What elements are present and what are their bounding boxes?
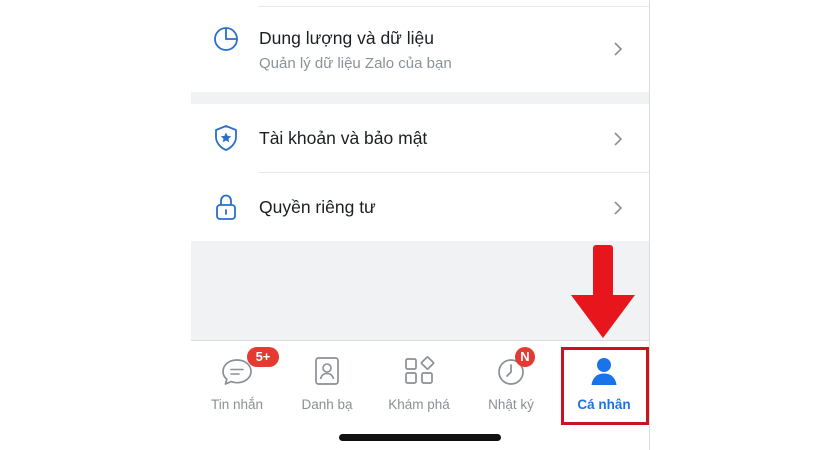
home-indicator (339, 434, 501, 441)
settings-row-privacy[interactable]: Quyền riêng tư (191, 173, 650, 241)
tab-label: Danh bạ (301, 397, 353, 412)
tab-profile[interactable]: Cá nhân (559, 341, 649, 421)
account-security-title: Tài khoản và bảo mật (259, 128, 428, 148)
tab-messages[interactable]: 5+ Tin nhắn (192, 341, 282, 421)
chevron-right-icon (614, 42, 623, 56)
discover-icon (405, 356, 435, 384)
tab-label: Tin nhắn (210, 397, 264, 412)
pie-chart-icon (214, 27, 238, 51)
contacts-icon (315, 357, 339, 385)
settings-row-storage[interactable]: Dung lượng và dữ liệu Quản lý dữ liệu Za… (191, 0, 650, 92)
shield-icon (215, 125, 237, 151)
privacy-title: Quyền riêng tư (259, 197, 376, 217)
bottom-tab-bar: 5+ Tin nhắn Danh bạ Khám phá N Nhật ký C… (191, 340, 650, 450)
tab-label: Nhật ký (488, 397, 534, 412)
lock-icon (216, 194, 236, 220)
person-icon (591, 358, 617, 385)
red-arrow-annotation (571, 245, 635, 338)
new-badge: N (515, 347, 535, 367)
tab-discover[interactable]: Khám phá (374, 341, 464, 421)
tab-label: Khám phá (388, 397, 450, 412)
phone-screen: Dung lượng và dữ liệu Quản lý dữ liệu Za… (191, 0, 650, 450)
chevron-right-icon (614, 132, 623, 146)
tab-contacts[interactable]: Danh bạ (282, 341, 372, 421)
storage-title: Dung lượng và dữ liệu (259, 28, 434, 48)
unread-badge: 5+ (247, 347, 279, 367)
storage-subtitle: Quản lý dữ liệu Zalo của bạn (259, 55, 452, 72)
section-separator (191, 92, 650, 104)
row-top-divider (259, 6, 650, 7)
tab-label: Cá nhân (577, 397, 631, 412)
settings-row-account-security[interactable]: Tài khoản và bảo mật (191, 104, 650, 173)
tab-timeline[interactable]: N Nhật ký (466, 341, 556, 421)
chevron-right-icon (614, 201, 623, 215)
